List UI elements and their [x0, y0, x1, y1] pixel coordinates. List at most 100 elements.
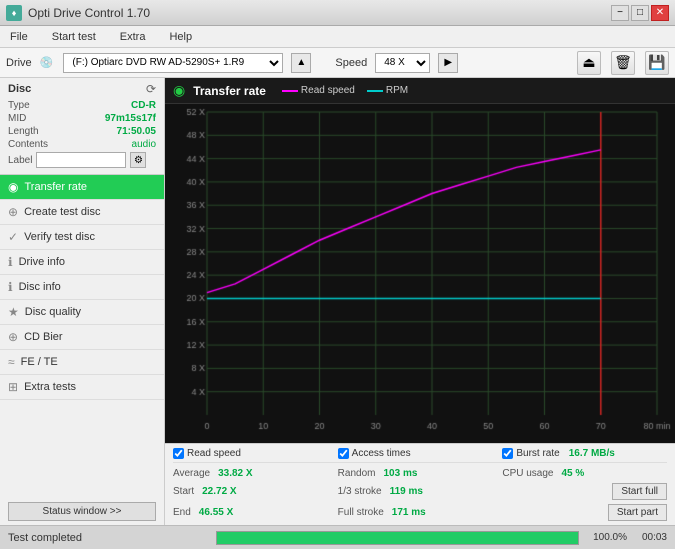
full-stroke-value: 171 ms — [392, 507, 426, 518]
verify-test-disc-label: Verify test disc — [24, 231, 95, 243]
end-key: End — [173, 507, 191, 518]
length-value: 71:50.05 — [117, 126, 156, 137]
average-key: Average — [173, 468, 210, 479]
label-gear-button[interactable]: ⚙ — [130, 152, 146, 168]
drive-arrow-up[interactable]: ▲ — [291, 53, 311, 73]
app-icon: ♦ — [6, 5, 22, 21]
status-window-button[interactable]: Status window >> — [8, 502, 156, 521]
chart-header: ◉ Transfer rate Read speed RPM — [165, 78, 675, 104]
start-key: Start — [173, 486, 194, 497]
chart-area — [165, 104, 675, 443]
speed-label: Speed — [335, 57, 367, 69]
stroke13-key: 1/3 stroke — [338, 486, 382, 497]
cpu-usage-key: CPU usage — [502, 468, 553, 479]
save-button[interactable]: 💾 — [645, 51, 669, 75]
sidebar-item-disc-quality[interactable]: ★ Disc quality — [0, 300, 164, 325]
contents-key: Contents — [8, 139, 48, 150]
legend-read-speed: Read speed — [282, 85, 355, 96]
verify-test-disc-icon: ✓ — [8, 230, 18, 244]
status-time: 00:03 — [627, 532, 667, 543]
drive-bar: Drive 💿 (F:) Optiarc DVD RW AD-5290S+ 1.… — [0, 48, 675, 78]
label-input[interactable] — [36, 152, 126, 168]
menu-bar: File Start test Extra Help — [0, 26, 675, 48]
transfer-rate-icon: ◉ — [8, 180, 18, 194]
drive-info-icon: ℹ — [8, 255, 13, 269]
legend-rpm: RPM — [367, 85, 408, 96]
nav-list: ◉ Transfer rate ⊕ Create test disc ✓ Verify t… — [0, 175, 164, 400]
sidebar-item-extra-tests[interactable]: ⊞ Extra tests — [0, 375, 164, 400]
full-stroke-key: Full stroke — [338, 507, 384, 518]
clear-button[interactable]: 🗑 — [611, 51, 635, 75]
cd-bier-label: CD Bier — [24, 331, 63, 343]
main-layout: Disc ⟳ Type CD-R MID 97m15s17f Length 71… — [0, 78, 675, 525]
average-value: 33.82 X — [218, 468, 252, 479]
app-title: Opti Drive Control 1.70 — [28, 6, 150, 20]
mid-key: MID — [8, 113, 26, 124]
status-text: Test completed — [8, 532, 208, 544]
create-test-disc-label: Create test disc — [24, 206, 100, 218]
fe-te-label: FE / TE — [21, 356, 58, 368]
burst-rate-checkbox[interactable] — [502, 448, 513, 459]
sidebar-item-cd-bier[interactable]: ⊕ CD Bier — [0, 325, 164, 350]
access-times-checkbox[interactable] — [338, 448, 349, 459]
drive-select[interactable]: (F:) Optiarc DVD RW AD-5290S+ 1.R9 — [63, 53, 283, 73]
disc-info-label: Disc info — [19, 281, 61, 293]
title-bar: ♦ Opti Drive Control 1.70 − □ ✕ — [0, 0, 675, 26]
menu-help[interactable]: Help — [163, 29, 198, 45]
disc-panel: Disc ⟳ Type CD-R MID 97m15s17f Length 71… — [0, 78, 164, 175]
chart-green-icon: ◉ — [173, 82, 185, 99]
progress-bar — [217, 532, 578, 544]
read-speed-check-label: Read speed — [187, 448, 241, 459]
sidebar-item-transfer-rate[interactable]: ◉ Transfer rate — [0, 175, 164, 200]
label-key: Label — [8, 155, 32, 166]
contents-value: audio — [132, 139, 156, 150]
transfer-rate-label: Transfer rate — [24, 181, 87, 193]
sidebar-item-drive-info[interactable]: ℹ Drive info — [0, 250, 164, 275]
disc-arrow-icon[interactable]: ⟳ — [146, 82, 156, 96]
disc-title: Disc — [8, 83, 31, 95]
stats-bar: Read speed Access times Burst rate 16.7 … — [165, 443, 675, 525]
extra-tests-icon: ⊞ — [8, 380, 18, 394]
fe-te-icon: ≈ — [8, 355, 15, 369]
sidebar-item-disc-info[interactable]: ℹ Disc info — [0, 275, 164, 300]
disc-quality-label: Disc quality — [25, 306, 81, 318]
cpu-usage-value: 45 % — [561, 468, 584, 479]
random-key: Random — [338, 468, 376, 479]
sidebar-item-fe-te[interactable]: ≈ FE / TE — [0, 350, 164, 375]
minimize-button[interactable]: − — [611, 5, 629, 21]
drive-info-label: Drive info — [19, 256, 65, 268]
drive-label: Drive — [6, 57, 32, 69]
sidebar-item-create-test-disc[interactable]: ⊕ Create test disc — [0, 200, 164, 225]
length-key: Length — [8, 126, 39, 137]
menu-start-test[interactable]: Start test — [46, 29, 102, 45]
disc-quality-icon: ★ — [8, 305, 19, 319]
read-speed-checkbox[interactable] — [173, 448, 184, 459]
disc-info-icon: ℹ — [8, 280, 13, 294]
legend-line-pink — [282, 90, 298, 92]
access-times-check-label: Access times — [352, 448, 411, 459]
transfer-chart — [165, 104, 675, 443]
random-value: 103 ms — [383, 468, 417, 479]
type-value: CD-R — [131, 100, 156, 111]
legend-read-speed-label: Read speed — [301, 85, 355, 96]
extra-tests-label: Extra tests — [24, 381, 76, 393]
type-key: Type — [8, 100, 30, 111]
sidebar: Disc ⟳ Type CD-R MID 97m15s17f Length 71… — [0, 78, 165, 525]
sidebar-item-verify-test-disc[interactable]: ✓ Verify test disc — [0, 225, 164, 250]
menu-file[interactable]: File — [4, 29, 34, 45]
mid-value: 97m15s17f — [105, 113, 156, 124]
start-part-button[interactable]: Start part — [608, 504, 667, 521]
speed-select[interactable]: 48 X — [375, 53, 430, 73]
maximize-button[interactable]: □ — [631, 5, 649, 21]
start-value: 22.72 X — [202, 486, 236, 497]
progress-percent: 100.0% — [587, 532, 627, 543]
cd-bier-icon: ⊕ — [8, 330, 18, 344]
create-test-disc-icon: ⊕ — [8, 205, 18, 219]
eject-button[interactable]: ⏏ — [577, 51, 601, 75]
progress-container — [216, 531, 579, 545]
menu-extra[interactable]: Extra — [114, 29, 152, 45]
close-button[interactable]: ✕ — [651, 5, 669, 21]
content-area: ◉ Transfer rate Read speed RPM — [165, 78, 675, 525]
start-full-button[interactable]: Start full — [612, 483, 667, 500]
speed-arrow[interactable]: ▶ — [438, 53, 458, 73]
